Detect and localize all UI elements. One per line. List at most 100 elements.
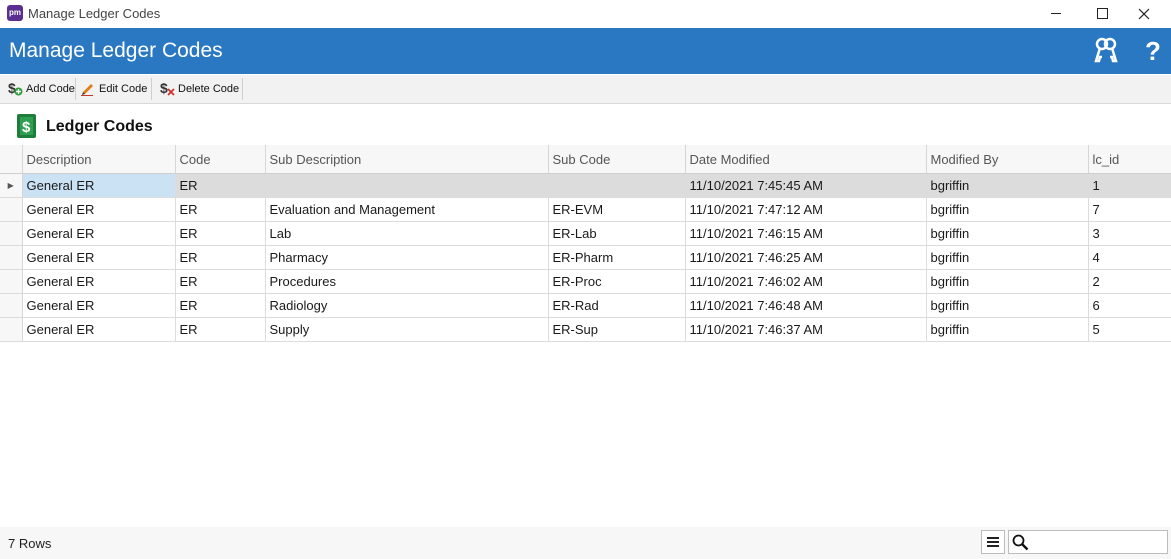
ledger-codes-grid: Description Code Sub Description Sub Cod… [0, 145, 1171, 342]
svg-text:$: $ [8, 80, 16, 96]
close-button[interactable] [1121, 0, 1167, 27]
column-header[interactable]: Sub Description [265, 145, 549, 174]
table-cell[interactable]: Supply [265, 317, 549, 342]
column-header[interactable]: Modified By [926, 145, 1089, 174]
table-row[interactable]: General ER ER Pharmacy ER-Pharm 11/10/20… [0, 245, 1171, 270]
row-indicator [0, 269, 23, 294]
add-code-button[interactable]: $ Add Code [7, 78, 75, 100]
table-cell[interactable]: Lab [265, 221, 549, 246]
table-cell[interactable]: bgriffin [926, 245, 1089, 270]
help-icon[interactable]: ? [1138, 35, 1168, 67]
table-cell[interactable]: ER [175, 221, 266, 246]
delete-dollar-icon: $ [160, 80, 175, 96]
section-title: Ledger Codes [46, 118, 153, 135]
table-cell[interactable] [548, 173, 686, 198]
table-cell[interactable]: bgriffin [926, 317, 1089, 342]
minimize-icon [1051, 13, 1061, 15]
menu-icon [987, 541, 999, 543]
minimize-button[interactable] [1033, 0, 1079, 27]
page-header: Manage Ledger Codes ? [0, 28, 1171, 74]
table-cell[interactable]: ER [175, 269, 266, 294]
table-cell[interactable]: ER-Proc [548, 269, 686, 294]
edit-code-button[interactable]: Edit Code [80, 78, 147, 100]
maximize-button[interactable] [1079, 0, 1125, 27]
table-row[interactable]: General ER ER Evaluation and Management … [0, 197, 1171, 222]
row-count: 7 Rows [8, 536, 52, 551]
table-row[interactable]: ▶ General ER ER 11/10/2021 7:45:45 AM bg… [0, 173, 1171, 198]
table-cell[interactable]: ER [175, 197, 266, 222]
search-input[interactable] [1033, 533, 1165, 551]
table-cell[interactable]: bgriffin [926, 173, 1089, 198]
table-cell[interactable]: 3 [1088, 221, 1171, 246]
column-header[interactable]: Sub Code [548, 145, 686, 174]
column-header[interactable]: lc_id [1088, 145, 1171, 174]
grid-menu-button[interactable] [981, 530, 1005, 554]
table-cell[interactable]: General ER [22, 245, 176, 270]
ledger-dollar-icon: $ [17, 114, 36, 138]
table-row[interactable]: General ER ER Radiology ER-Rad 11/10/202… [0, 293, 1171, 318]
table-cell[interactable]: 4 [1088, 245, 1171, 270]
menu-icon [987, 545, 999, 547]
column-header[interactable]: Description [22, 145, 176, 174]
table-cell[interactable]: General ER [22, 317, 176, 342]
delete-code-label: Delete Code [178, 83, 240, 95]
title-bar: pm Manage Ledger Codes [0, 0, 1171, 27]
table-cell[interactable]: ER [175, 173, 266, 198]
row-indicator [0, 317, 23, 342]
column-header[interactable]: Date Modified [685, 145, 927, 174]
toolbar-divider [151, 78, 152, 100]
table-row[interactable]: General ER ER Procedures ER-Proc 11/10/2… [0, 269, 1171, 294]
table-cell[interactable]: ER-Lab [548, 221, 686, 246]
table-cell[interactable]: 11/10/2021 7:47:12 AM [685, 197, 927, 222]
table-cell[interactable]: Pharmacy [265, 245, 549, 270]
table-cell[interactable]: Evaluation and Management [265, 197, 549, 222]
table-cell[interactable]: ER-Rad [548, 293, 686, 318]
search-box[interactable] [1008, 530, 1168, 554]
search-icon [1012, 534, 1029, 551]
row-indicator [0, 293, 23, 318]
table-cell[interactable]: General ER [22, 221, 176, 246]
close-icon [1138, 8, 1150, 19]
table-cell[interactable]: 2 [1088, 269, 1171, 294]
table-cell[interactable]: General ER [22, 293, 176, 318]
table-cell[interactable]: 11/10/2021 7:46:48 AM [685, 293, 927, 318]
table-cell[interactable]: 11/10/2021 7:46:37 AM [685, 317, 927, 342]
table-cell[interactable]: 7 [1088, 197, 1171, 222]
toolbar-divider [242, 78, 243, 100]
edit-pencil-icon [81, 84, 93, 96]
row-indicator [0, 197, 23, 222]
table-cell[interactable]: 11/10/2021 7:46:02 AM [685, 269, 927, 294]
table-cell[interactable]: bgriffin [926, 197, 1089, 222]
maximize-icon [1096, 8, 1108, 20]
table-cell[interactable]: Procedures [265, 269, 549, 294]
row-indicator-header [0, 145, 23, 174]
table-cell[interactable]: ER [175, 293, 266, 318]
table-cell[interactable]: General ER [22, 173, 176, 198]
table-cell[interactable]: ER-Pharm [548, 245, 686, 270]
keys-icon[interactable] [1091, 35, 1121, 67]
delete-code-button[interactable]: $ Delete Code [159, 78, 239, 100]
window-title: Manage Ledger Codes [28, 6, 161, 21]
table-cell[interactable]: Radiology [265, 293, 549, 318]
row-indicator [0, 245, 23, 270]
table-cell[interactable]: ER [175, 317, 266, 342]
table-cell[interactable]: 6 [1088, 293, 1171, 318]
table-cell[interactable]: bgriffin [926, 221, 1089, 246]
table-cell[interactable]: 5 [1088, 317, 1171, 342]
column-header[interactable]: Code [175, 145, 266, 174]
table-header-row: Description Code Sub Description Sub Cod… [0, 145, 1171, 174]
table-cell[interactable] [265, 173, 549, 198]
table-row[interactable]: General ER ER Supply ER-Sup 11/10/2021 7… [0, 317, 1171, 342]
table-cell[interactable]: 11/10/2021 7:45:45 AM [685, 173, 927, 198]
table-cell[interactable]: General ER [22, 197, 176, 222]
table-cell[interactable]: ER-Sup [548, 317, 686, 342]
table-cell[interactable]: ER-EVM [548, 197, 686, 222]
table-cell[interactable]: ER [175, 245, 266, 270]
table-cell[interactable]: bgriffin [926, 269, 1089, 294]
table-cell[interactable]: 1 [1088, 173, 1171, 198]
table-cell[interactable]: General ER [22, 269, 176, 294]
table-cell[interactable]: 11/10/2021 7:46:25 AM [685, 245, 927, 270]
table-cell[interactable]: bgriffin [926, 293, 1089, 318]
table-row[interactable]: General ER ER Lab ER-Lab 11/10/2021 7:46… [0, 221, 1171, 246]
table-cell[interactable]: 11/10/2021 7:46:15 AM [685, 221, 927, 246]
